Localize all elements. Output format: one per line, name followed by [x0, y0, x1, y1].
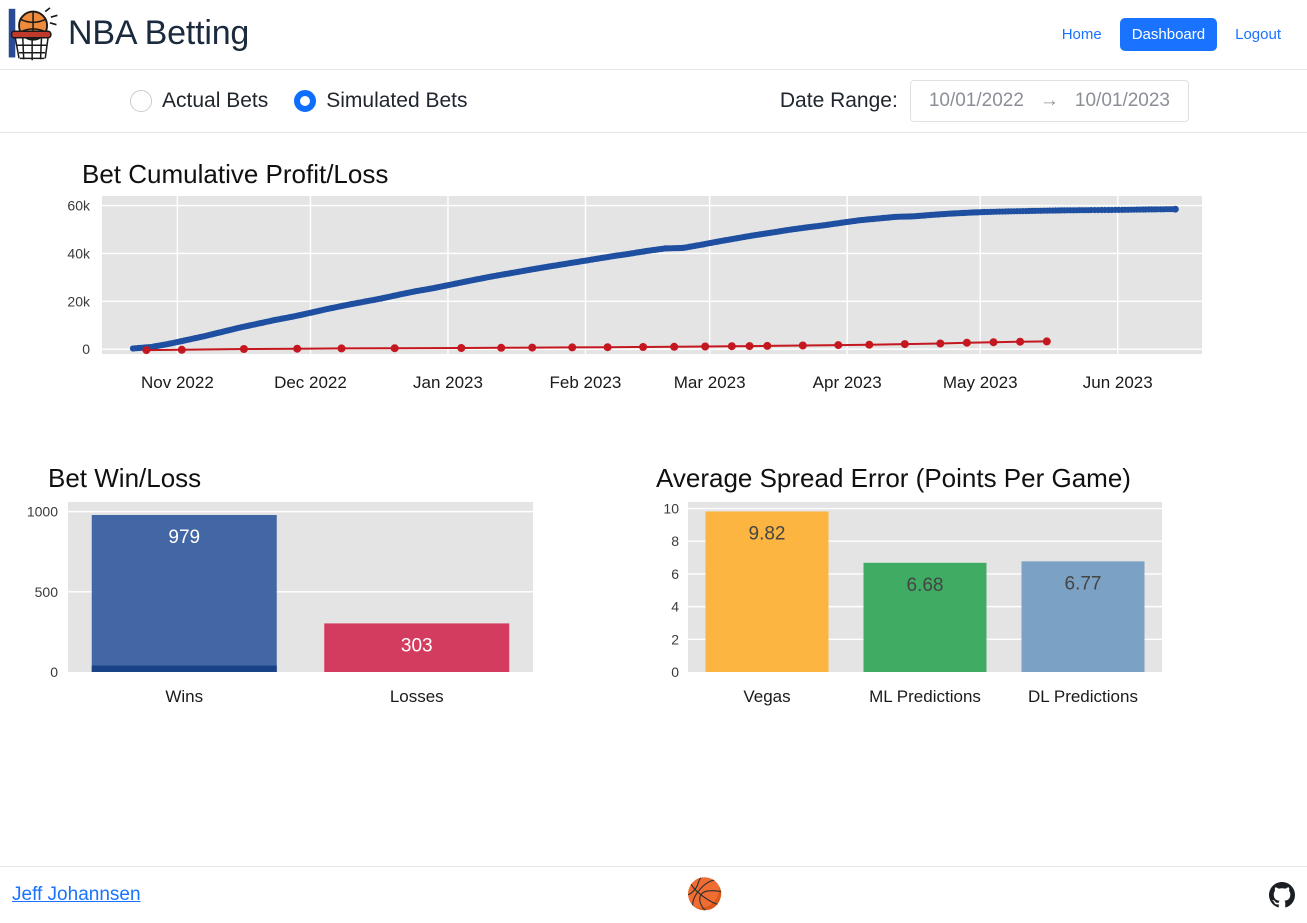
date-range-input[interactable]: 10/01/2022 → 10/01/2023: [909, 80, 1189, 122]
nav-link-home[interactable]: Home: [1050, 18, 1114, 51]
cumulative-chart-title: Bet Cumulative Profit/Loss: [82, 159, 389, 189]
bet-mode-radio-group: Actual Bets Simulated Bets: [130, 89, 467, 113]
date-range-arrow-icon: →: [1039, 90, 1059, 111]
winloss-panel: Bet Win/Loss 0 500 1000 979 Wins 303 Losses: [0, 445, 640, 744]
y-tick-label: 0: [50, 664, 58, 680]
y-tick-label: 60k: [67, 198, 91, 214]
y-tick-label: 500: [35, 584, 59, 600]
basketball-hoop-icon: [8, 6, 58, 60]
x-tick-label: Apr 2023: [813, 373, 882, 392]
date-range-control: Date Range: 10/01/2022 → 10/01/2023: [780, 80, 1189, 122]
nav-links: Home Dashboard Logout: [1050, 18, 1293, 51]
radio-actual-bets[interactable]: Actual Bets: [130, 89, 268, 113]
wins-baseline-band: [91, 665, 277, 672]
top-navbar: NBA Betting Home Dashboard Logout: [0, 0, 1307, 70]
spread-panel: Average Spread Error (Points Per Game) 0…: [640, 445, 1307, 744]
y-tick-label: 2: [671, 631, 679, 647]
y-tick-label: 20k: [67, 293, 91, 309]
bet-win-loss-chart[interactable]: 0 500 1000 979 Wins 303 Losses: [0, 494, 640, 739]
x-tick-label: Nov 2022: [141, 373, 214, 392]
x-category-label: Wins: [165, 687, 203, 706]
github-icon[interactable]: [1268, 882, 1295, 908]
x-tick-label: Jun 2023: [1083, 373, 1153, 392]
brand-title: NBA Betting: [68, 14, 250, 52]
average-spread-error-chart[interactable]: 0 2 4 6 8 10 9.82 Vegas 6.68 ML Predictions 6.77 DL…: [640, 494, 1307, 739]
footer: Jeff Johannsen 🏀: [0, 866, 1307, 923]
radio-simulated-bets[interactable]: Simulated Bets: [294, 89, 467, 113]
y-tick-label: 1000: [27, 504, 58, 520]
date-end-value[interactable]: 10/01/2023: [1075, 90, 1170, 112]
brand[interactable]: NBA Betting: [4, 6, 249, 64]
x-category-label: DL Predictions: [1028, 687, 1138, 706]
y-tick-label: 8: [671, 533, 679, 549]
bar-value-label: 6.68: [907, 575, 944, 596]
y-tick-label: 0: [671, 664, 679, 680]
bar-value-label: 303: [401, 635, 433, 656]
plot-area: [102, 196, 1202, 354]
radio-simulated-bets-dot: [294, 90, 317, 112]
bar-value-label: 979: [168, 527, 200, 548]
x-tick-label: May 2023: [943, 373, 1018, 392]
spread-chart-title: Average Spread Error (Points Per Game): [656, 463, 1131, 493]
bar-value-label: 9.82: [749, 523, 786, 544]
y-tick-label: 4: [671, 599, 679, 615]
x-category-label: ML Predictions: [869, 687, 981, 706]
date-start-value[interactable]: 10/01/2022: [929, 90, 1024, 112]
y-tick-label: 6: [671, 566, 679, 582]
y-tick-label: 10: [663, 501, 679, 517]
radio-simulated-bets-label: Simulated Bets: [326, 89, 468, 112]
date-range-label: Date Range:: [779, 89, 898, 112]
x-category-label: Vegas: [743, 687, 790, 706]
basketball-icon: 🏀: [686, 878, 724, 911]
radio-actual-bets-dot: [130, 90, 152, 112]
footer-author-link[interactable]: Jeff Johannsen: [12, 884, 141, 906]
lower-charts-row: Bet Win/Loss 0 500 1000 979 Wins 303 Losses Av…: [0, 445, 1307, 744]
x-category-label: Losses: [390, 687, 444, 706]
winloss-chart-title: Bet Win/Loss: [48, 463, 202, 493]
x-tick-label: Feb 2023: [550, 373, 622, 392]
nav-link-dashboard[interactable]: Dashboard: [1119, 18, 1218, 51]
x-tick-label: Mar 2023: [674, 373, 746, 392]
x-tick-label: Dec 2022: [274, 373, 347, 392]
radio-actual-bets-label: Actual Bets: [162, 89, 269, 112]
y-tick-label: 0: [82, 341, 90, 357]
controls-bar: Actual Bets Simulated Bets Date Range: 1…: [0, 70, 1307, 133]
x-tick-label: Jan 2023: [413, 373, 483, 392]
y-tick-label: 40k: [67, 245, 91, 261]
nav-link-logout[interactable]: Logout: [1223, 18, 1293, 51]
bar-value-label: 6.77: [1065, 573, 1102, 594]
cumulative-profit-loss-chart[interactable]: 0 20k 40k 60k Nov 2022 Dec 2022 Jan 2023 Feb 20…: [0, 190, 1307, 440]
